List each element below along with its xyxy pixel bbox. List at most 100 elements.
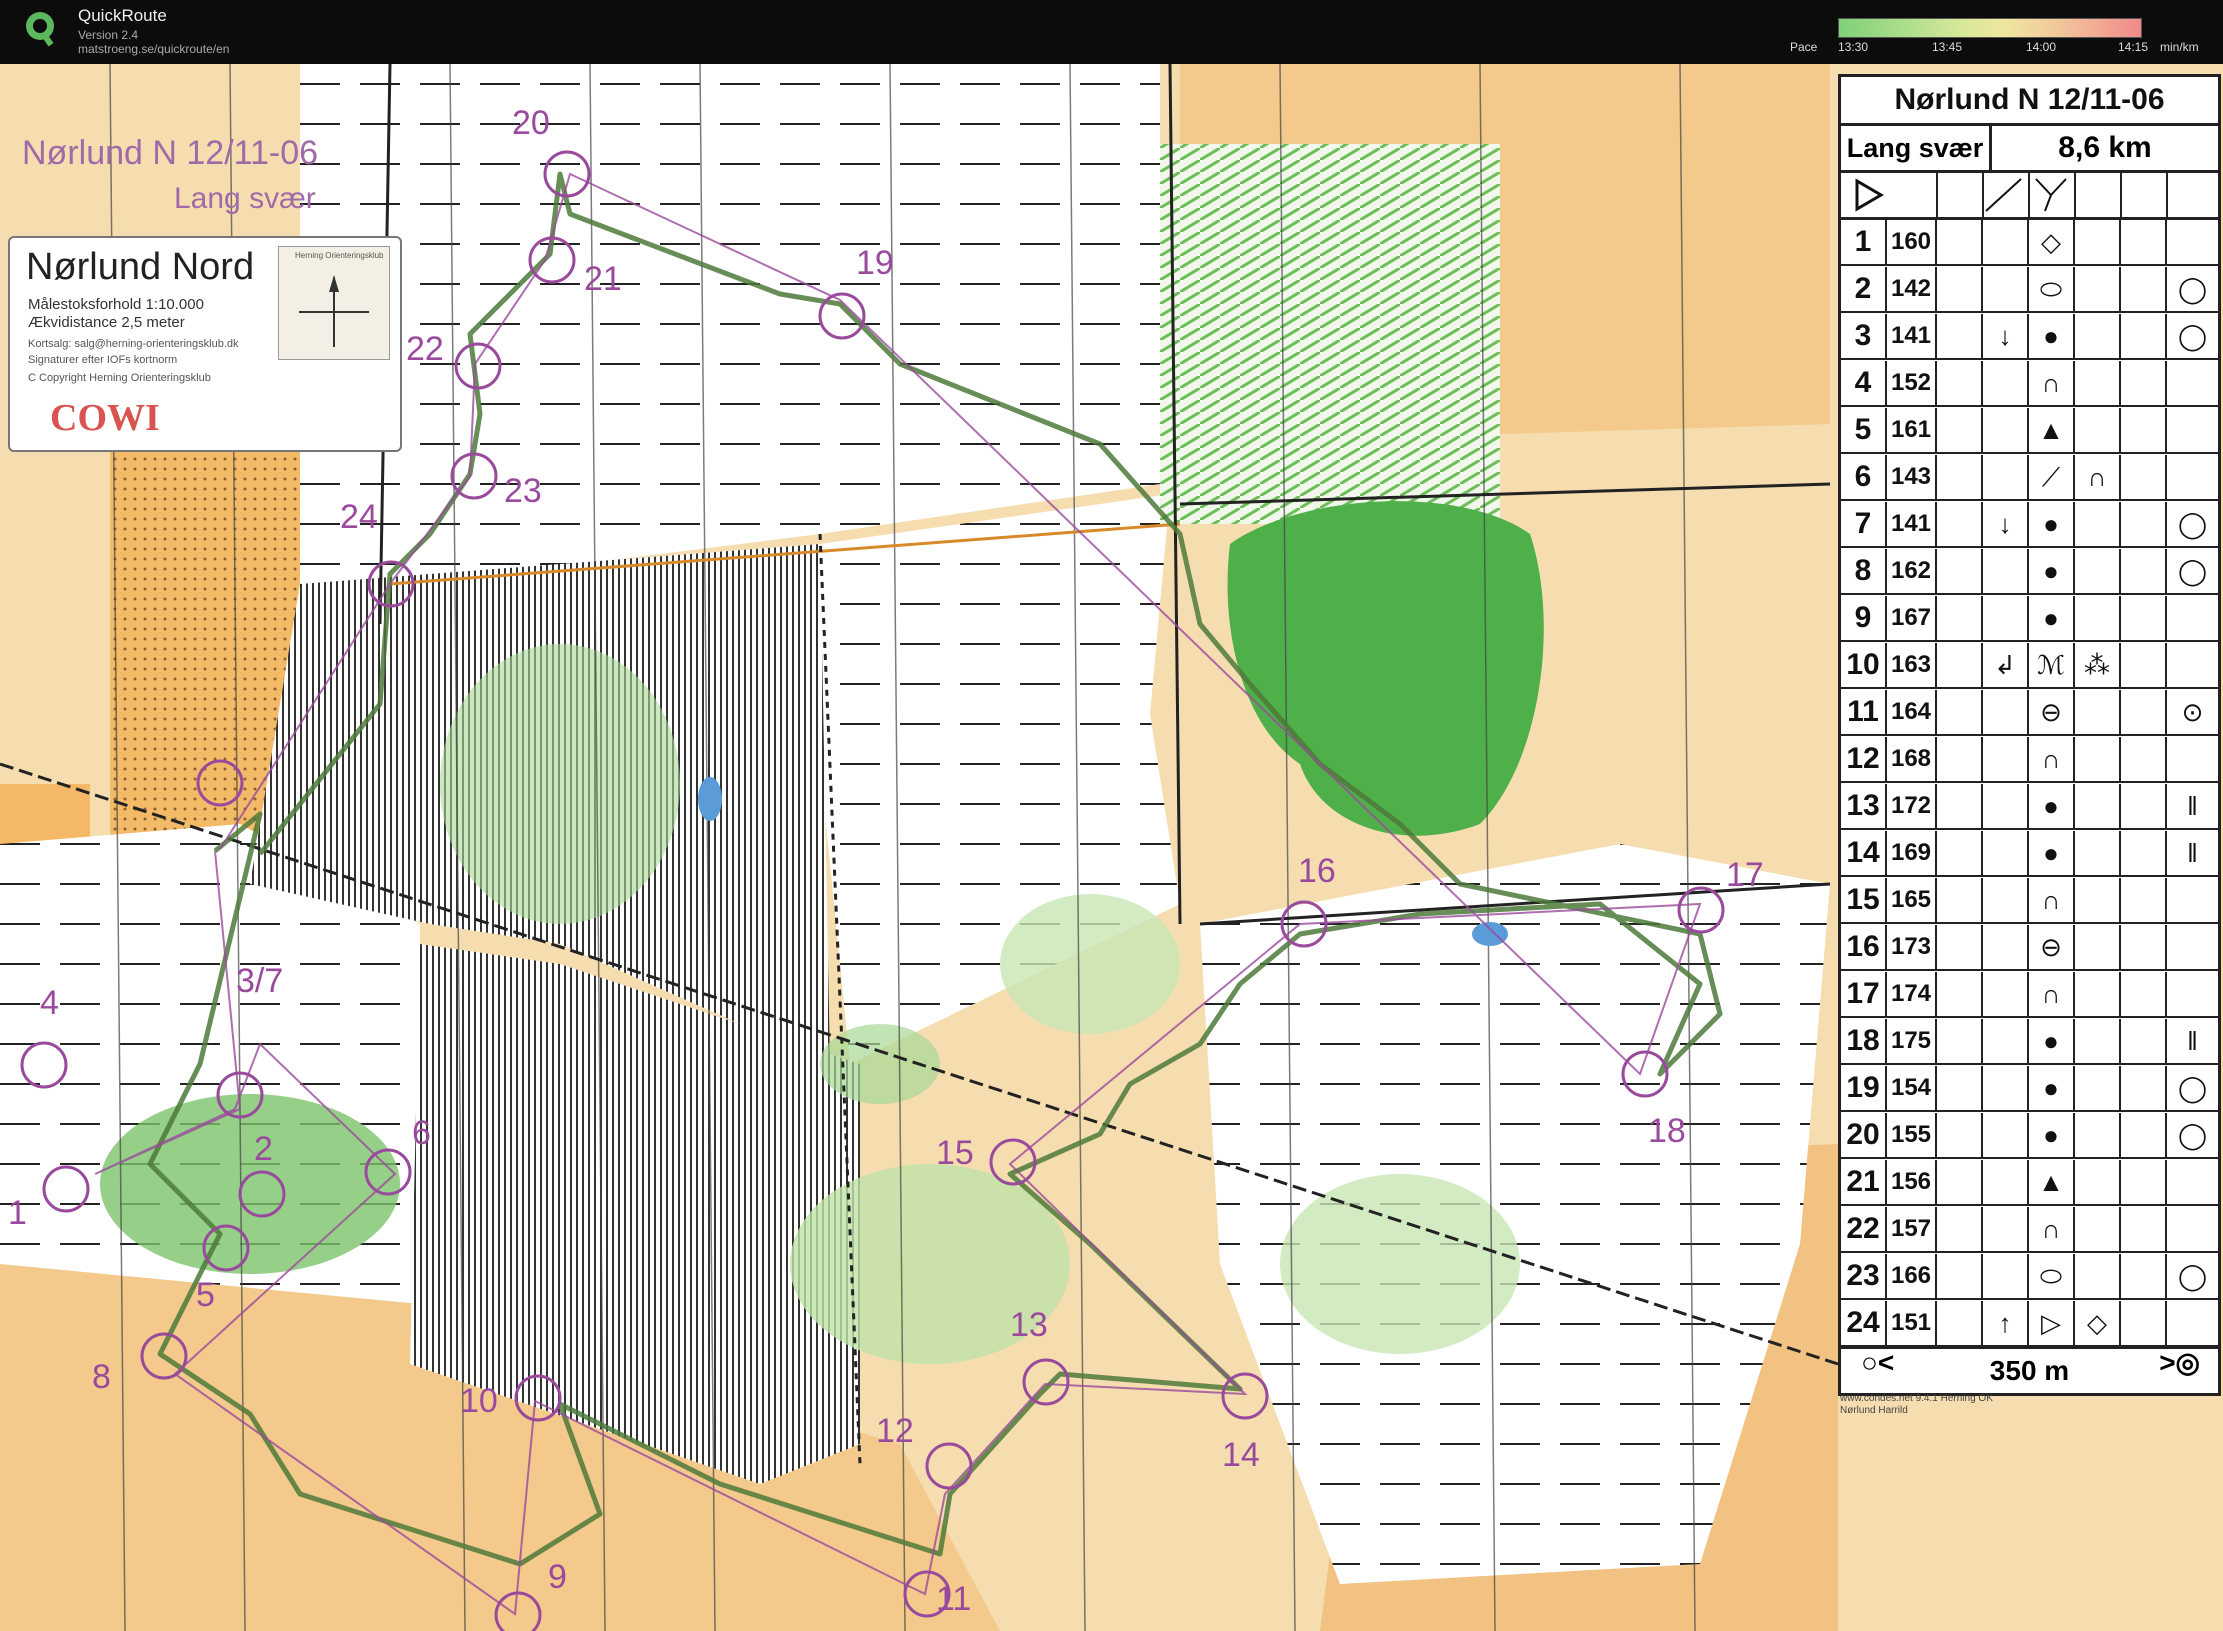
control-description-sheet: Nørlund N 12/11-06 Lang svær 8,6 km 1 160… bbox=[1838, 74, 2221, 1396]
description-row: 17 174 ∩ bbox=[1841, 972, 2218, 1018]
control-sequence: 18 bbox=[1841, 1019, 1887, 1063]
control-code: 166 bbox=[1887, 1254, 1937, 1298]
control-sequence: 11 bbox=[1841, 690, 1887, 734]
control-code: 157 bbox=[1887, 1207, 1937, 1251]
location-symbol bbox=[2167, 220, 2218, 264]
which-of-similar bbox=[1937, 502, 1983, 546]
control-number: 15 bbox=[936, 1134, 974, 1172]
dimensions bbox=[2121, 596, 2167, 640]
control-number: 6 bbox=[412, 1114, 431, 1152]
control-number: 12 bbox=[876, 1412, 914, 1450]
location-symbol bbox=[2167, 643, 2218, 687]
direction-symbol bbox=[1983, 690, 2029, 734]
path-crossing-icon bbox=[1985, 178, 2022, 212]
control-sequence: 15 bbox=[1841, 878, 1887, 922]
control-sequence: 1 bbox=[1841, 220, 1887, 264]
dimensions bbox=[2121, 1207, 2167, 1251]
control-code: 142 bbox=[1887, 267, 1937, 311]
location-symbol bbox=[2167, 361, 2218, 405]
direction-symbol bbox=[1983, 1254, 2029, 1298]
appearance-symbol bbox=[2075, 737, 2121, 781]
which-of-similar bbox=[1937, 455, 1983, 499]
feature-symbol: ● bbox=[2029, 314, 2075, 358]
control-number: 9 bbox=[548, 1558, 567, 1596]
dimensions bbox=[2121, 361, 2167, 405]
which-of-similar bbox=[1937, 972, 1983, 1016]
direction-symbol bbox=[1983, 1160, 2029, 1204]
finish-icon: >◎ bbox=[2159, 1347, 2200, 1378]
quickroute-logo-icon bbox=[26, 12, 54, 47]
which-of-similar bbox=[1937, 690, 1983, 734]
feature-symbol: ● bbox=[2029, 831, 2075, 875]
control-sequence: 7 bbox=[1841, 502, 1887, 546]
which-of-similar bbox=[1937, 596, 1983, 640]
control-number: 24 bbox=[340, 498, 378, 536]
which-of-similar bbox=[1937, 643, 1983, 687]
direction-symbol bbox=[1983, 784, 2029, 828]
dimensions bbox=[2121, 972, 2167, 1016]
appearance-symbol bbox=[2075, 784, 2121, 828]
control-sequence: 10 bbox=[1841, 643, 1887, 687]
control-number: 14 bbox=[1222, 1436, 1260, 1474]
which-of-similar bbox=[1937, 831, 1983, 875]
which-of-similar bbox=[1937, 314, 1983, 358]
control-sequence: 17 bbox=[1841, 972, 1887, 1016]
feature-symbol: ℳ bbox=[2029, 643, 2075, 687]
pace-color-scale[interactable] bbox=[1838, 18, 2142, 38]
description-row: 10 163 ↲ ℳ ⁂ bbox=[1841, 643, 2218, 689]
direction-symbol bbox=[1983, 972, 2029, 1016]
control-sequence: 24 bbox=[1841, 1301, 1887, 1345]
which-of-similar bbox=[1937, 925, 1983, 969]
description-row: 7 141 ↓ ● ◯ bbox=[1841, 502, 2218, 548]
which-of-similar bbox=[1937, 267, 1983, 311]
feature-symbol: ● bbox=[2029, 549, 2075, 593]
location-symbol: ◯ bbox=[2177, 1120, 2208, 1150]
appearance-symbol bbox=[2075, 1254, 2121, 1298]
description-row: 20 155 ● ◯ bbox=[1841, 1113, 2218, 1159]
which-of-similar bbox=[1937, 1160, 1983, 1204]
appearance-symbol: ∩ bbox=[2075, 455, 2121, 499]
location-symbol bbox=[2167, 596, 2218, 640]
description-footer: ○< 350 m >◎ bbox=[1841, 1346, 2218, 1393]
app-url[interactable]: matstroeng.se/quickroute/en bbox=[78, 42, 229, 56]
control-number: 18 bbox=[1648, 1112, 1686, 1150]
location-symbol bbox=[2167, 972, 2218, 1016]
which-of-similar bbox=[1937, 737, 1983, 781]
pace-label: Pace bbox=[1790, 40, 1818, 54]
appearance-symbol bbox=[2075, 972, 2121, 1016]
description-row: 8 162 ● ◯ bbox=[1841, 549, 2218, 595]
description-row: 23 166 ⬭ ◯ bbox=[1841, 1254, 2218, 1300]
which-of-similar bbox=[1937, 1207, 1983, 1251]
control-number: 23 bbox=[504, 472, 542, 510]
dimensions bbox=[2121, 1113, 2167, 1157]
description-row: 15 165 ∩ bbox=[1841, 878, 2218, 924]
control-number: 3/7 bbox=[236, 962, 284, 1000]
pace-tick: 13:45 bbox=[1932, 40, 1963, 54]
appearance-symbol bbox=[2075, 1113, 2121, 1157]
direction-symbol bbox=[1983, 831, 2029, 875]
dimensions bbox=[2121, 690, 2167, 734]
feature-symbol: ● bbox=[2029, 1066, 2075, 1110]
pace-unit: min/km bbox=[2160, 40, 2199, 54]
app-title: QuickRoute bbox=[78, 6, 167, 25]
appearance-symbol bbox=[2075, 502, 2121, 546]
description-row: 2 142 ⬭ ◯ bbox=[1841, 267, 2218, 313]
start-symbols bbox=[1855, 173, 2168, 217]
location-symbol: ‖ bbox=[2187, 838, 2198, 868]
control-sequence: 9 bbox=[1841, 596, 1887, 640]
feature-symbol: ● bbox=[2029, 502, 2075, 546]
feature-symbol: ∩ bbox=[2029, 737, 2075, 781]
location-symbol bbox=[2167, 1160, 2218, 1204]
feature-symbol: ⬭ bbox=[2029, 1254, 2075, 1298]
feature-symbol: ◇ bbox=[2029, 220, 2075, 264]
control-code: 165 bbox=[1887, 878, 1937, 922]
location-symbol: ◯ bbox=[2177, 1073, 2208, 1103]
control-sequence: 19 bbox=[1841, 1066, 1887, 1110]
which-of-similar bbox=[1937, 220, 1983, 264]
control-number: 11 bbox=[936, 1580, 972, 1618]
start-triangle-icon bbox=[1855, 178, 1884, 212]
dimensions bbox=[2121, 643, 2167, 687]
control-code: 161 bbox=[1887, 408, 1937, 452]
control-code: 174 bbox=[1887, 972, 1937, 1016]
description-start-row bbox=[1841, 173, 2218, 220]
